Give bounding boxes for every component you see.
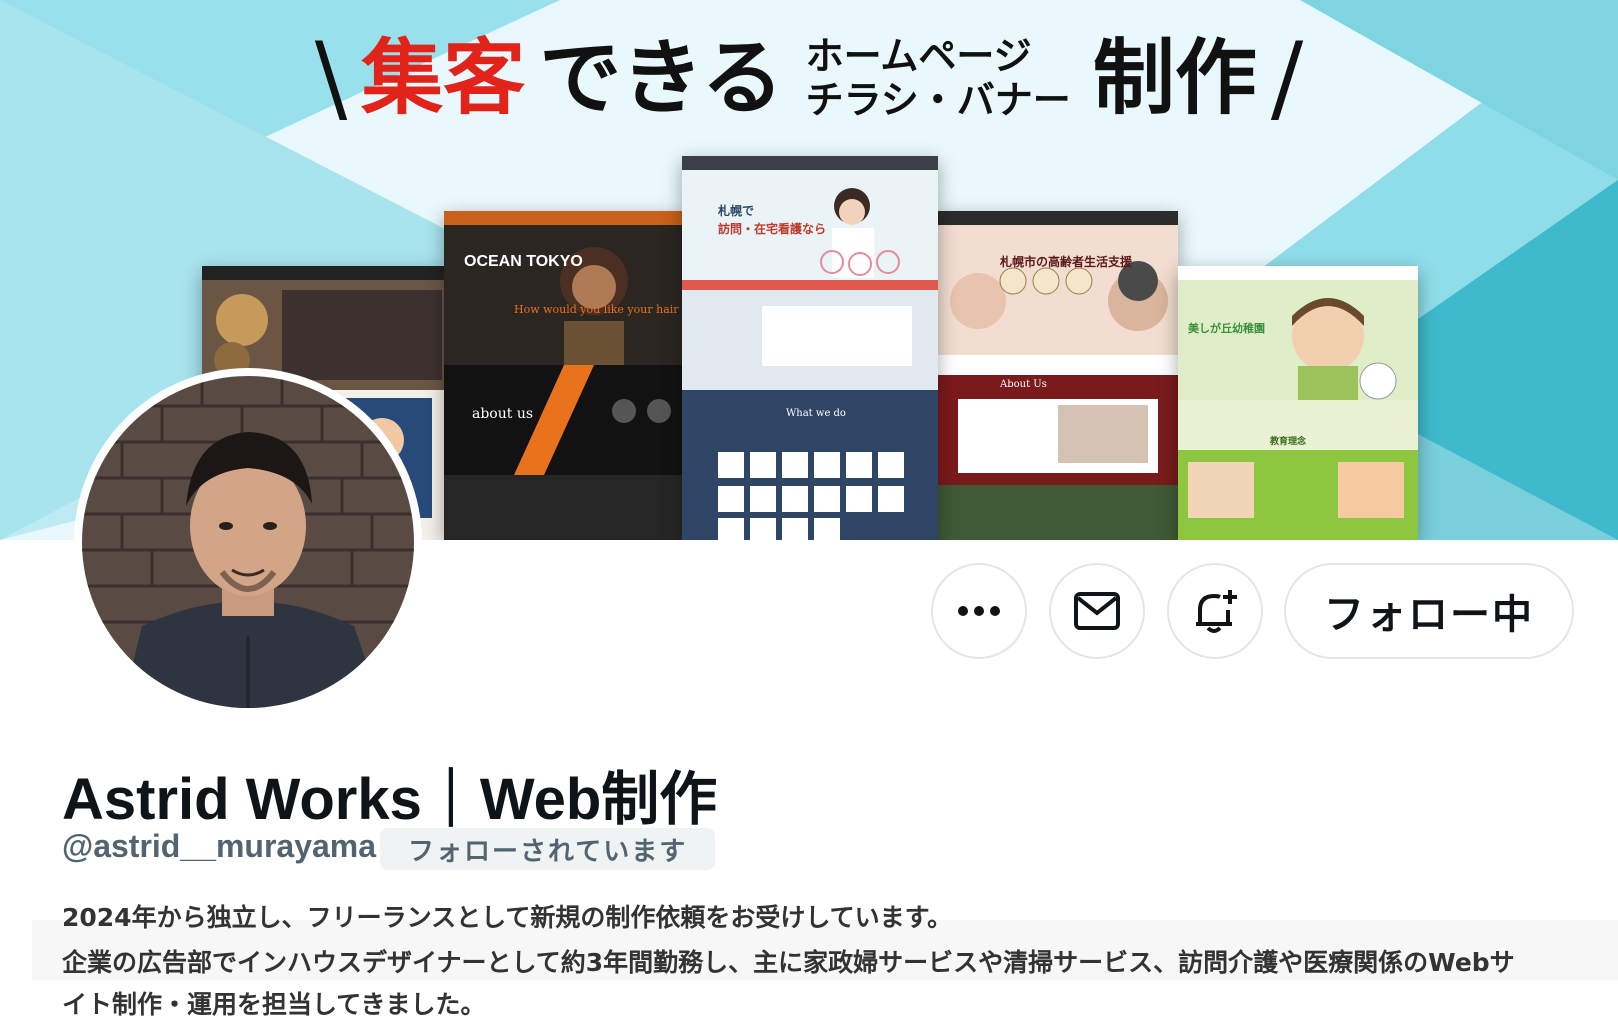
nursing-heading-1: 札幌で bbox=[718, 204, 755, 218]
profile-handle: @astrid__murayama bbox=[62, 828, 377, 864]
headline-stack: ホームページ チラシ・バナー bbox=[806, 34, 1071, 122]
portfolio-shot-elderly: 札幌市の高齢者生活支援 About Us bbox=[938, 211, 1178, 540]
avatar-portrait bbox=[82, 376, 414, 708]
ocean-tokyo-tagline: How would you like your hair cut? bbox=[514, 303, 684, 316]
profile-display-name: Astrid Works｜Web制作 bbox=[62, 767, 718, 832]
notifications-button[interactable] bbox=[1167, 563, 1263, 659]
elderly-heading: 札幌市の高齢者生活支援 bbox=[1000, 255, 1133, 269]
message-button[interactable] bbox=[1049, 563, 1145, 659]
ocean-tokyo-about: about us bbox=[472, 406, 534, 422]
bio-line: 企業の広告部でインハウスデザイナーとして約3年間勤務し、主に家政婦サービスや清掃… bbox=[62, 948, 1515, 977]
headline-stack-bottom: チラシ・バナー bbox=[805, 77, 1071, 122]
envelope-icon bbox=[1074, 592, 1120, 630]
portfolio-shot-kindergarten: 美しが丘幼稚園 教育理念 bbox=[1178, 266, 1418, 540]
nursing-what-we-do: What we do bbox=[786, 408, 846, 419]
headline-stack-top: ホームページ bbox=[805, 33, 1032, 78]
profile-avatar[interactable] bbox=[74, 368, 422, 716]
nursing-heading-2: 訪問・在宅看護なら bbox=[718, 222, 827, 236]
portfolio-shot-nursing: 札幌で 訪問・在宅看護なら What we do bbox=[682, 156, 938, 540]
kindergarten-page-art bbox=[1178, 280, 1418, 540]
headline-slash-right: / bbox=[1270, 22, 1304, 134]
banner-headline: \ 集客 できる ホームページ チラシ・バナー 制作 / bbox=[0, 30, 1618, 126]
bio-line: 2024年から独立し、フリーランスとして新規の制作依頼をお受けしています。 bbox=[62, 903, 953, 932]
more-button[interactable] bbox=[931, 563, 1027, 659]
elderly-about-us: About Us bbox=[1000, 379, 1047, 390]
headline-slash-left: \ bbox=[314, 22, 348, 134]
headline-red: 集客 bbox=[361, 30, 526, 126]
headline-end: 制作 bbox=[1092, 30, 1257, 126]
kindergarten-section: 教育理念 bbox=[1270, 437, 1307, 447]
bell-plus-icon bbox=[1196, 590, 1237, 633]
kindergarten-name: 美しが丘幼稚園 bbox=[1188, 322, 1265, 335]
following-button[interactable]: フォロー中 bbox=[1284, 563, 1574, 659]
more-horizontal-icon bbox=[958, 606, 1000, 616]
bio-line: イト制作・運用を担当してきました。 bbox=[62, 990, 486, 1019]
portfolio-shot-ocean-tokyo: OCEAN TOKYO How would you like your hair… bbox=[444, 211, 684, 540]
follows-you-badge: フォローされています bbox=[380, 828, 716, 870]
shot-nav-bar bbox=[202, 266, 448, 280]
avatar-photo bbox=[82, 376, 414, 708]
headline-black: できる bbox=[539, 30, 784, 126]
ocean-tokyo-title: OCEAN TOKYO bbox=[464, 253, 583, 270]
